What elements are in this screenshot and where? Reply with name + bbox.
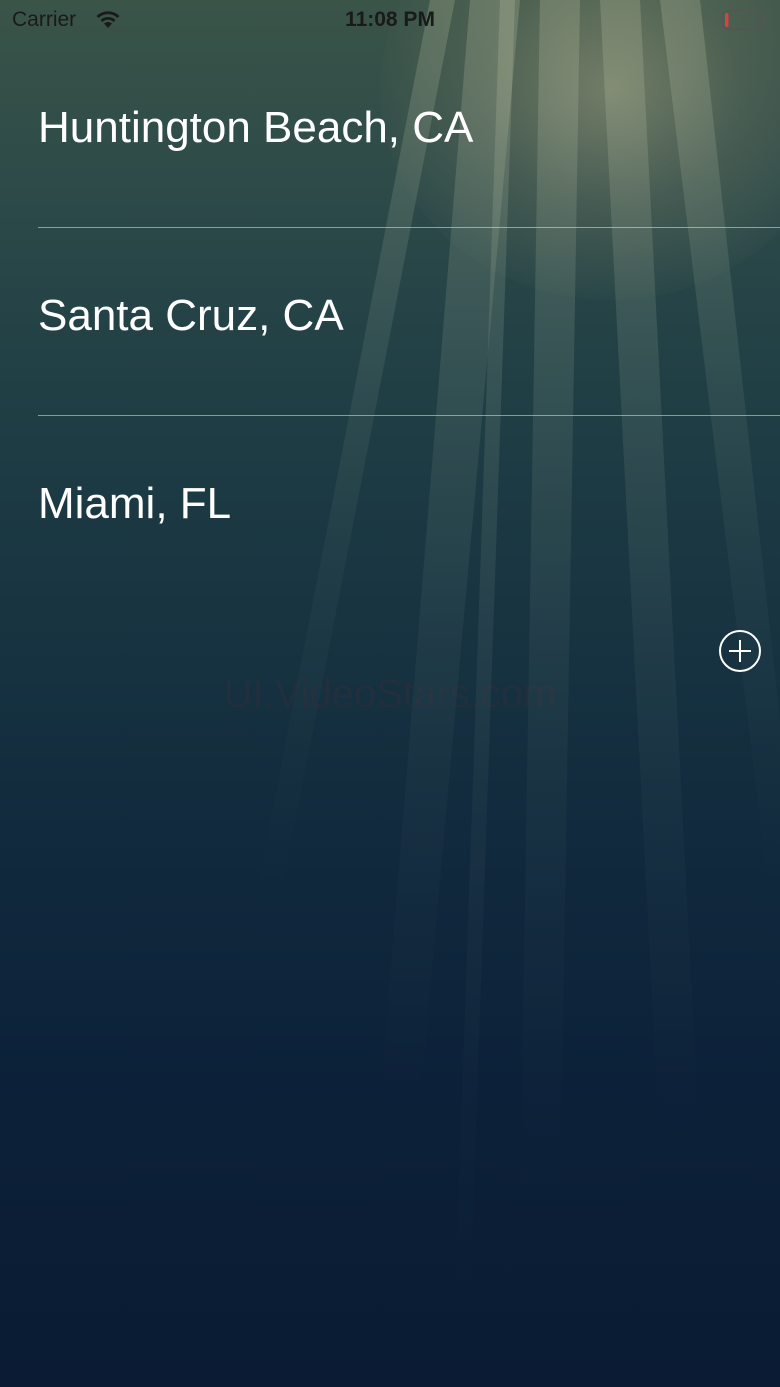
location-name: Huntington Beach, CA [38,103,474,152]
location-name: Miami, FL [38,479,232,528]
location-row-miami[interactable]: Miami, FL [38,416,780,603]
watermark: UI.VideoStars.com [223,672,557,716]
screen: Carrier 11:08 PM Huntington Beach, CA Sa… [0,0,780,1387]
location-row-santa-cruz[interactable]: Santa Cruz, CA [38,228,780,416]
status-bar: Carrier 11:08 PM [0,0,780,40]
location-name: Santa Cruz, CA [38,291,344,340]
location-list: Huntington Beach, CA Santa Cruz, CA Miam… [0,40,780,603]
plus-circle-icon [719,630,761,672]
location-row-huntington-beach[interactable]: Huntington Beach, CA [38,40,780,228]
battery-icon [722,10,765,30]
status-time: 11:08 PM [345,8,435,31]
add-location-button[interactable] [718,629,762,673]
